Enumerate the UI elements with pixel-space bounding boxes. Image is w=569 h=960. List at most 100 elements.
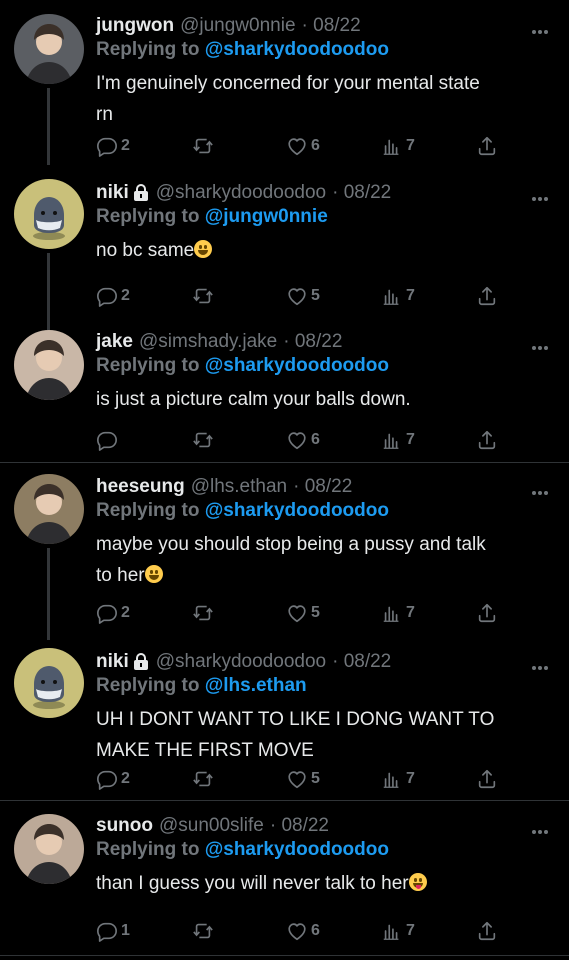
- like-button[interactable]: 6: [286, 918, 320, 944]
- author-name[interactable]: jungwon: [96, 14, 174, 38]
- share-button[interactable]: [476, 283, 498, 309]
- mention-link[interactable]: @sharkydoodoodoo: [205, 500, 389, 521]
- reply-button[interactable]: 2: [96, 133, 130, 159]
- tweet[interactable]: heeseung @lhs.ethan · 08/22 Replying to @sh…: [0, 470, 569, 640]
- like-button[interactable]: 5: [286, 283, 320, 309]
- tweet-header: heeseung @lhs.ethan · 08/22: [96, 475, 555, 499]
- like-button[interactable]: 5: [286, 766, 320, 792]
- retweet-button[interactable]: [192, 283, 217, 309]
- views-button[interactable]: 7: [381, 427, 415, 453]
- reply-icon: [97, 137, 117, 157]
- tweet[interactable]: niki @sharkydoodoodoo · 08/22 Replying to @…: [0, 640, 569, 806]
- tweet-actions: 67: [96, 427, 516, 453]
- tweet[interactable]: sunoo @sun00slife · 08/22 Replying to @shar…: [0, 806, 569, 960]
- person-avatar[interactable]: [14, 814, 84, 884]
- author-handle[interactable]: @simshady.jake: [139, 330, 277, 354]
- more-options-icon[interactable]: [531, 189, 549, 201]
- views-count: 7: [406, 922, 415, 939]
- views-button[interactable]: 7: [381, 918, 415, 944]
- share-button[interactable]: [476, 427, 498, 453]
- shark-avatar[interactable]: [14, 179, 84, 249]
- retweet-icon: [193, 605, 213, 621]
- mention-link[interactable]: @lhs.ethan: [205, 675, 307, 696]
- reply-button[interactable]: 2: [96, 283, 130, 309]
- tweet-text: no bc same: [96, 235, 555, 266]
- views-icon: [383, 924, 399, 940]
- tweet-text: UH I DONT WANT TO LIKE I DONG WANT TO MAK…: [96, 704, 555, 766]
- author-name[interactable]: sunoo: [96, 814, 153, 838]
- retweet-button[interactable]: [192, 133, 217, 159]
- person-avatar[interactable]: [14, 14, 84, 84]
- tweet-date[interactable]: · 08/22: [293, 475, 352, 499]
- author-handle[interactable]: @sharkydoodoodoo: [156, 650, 326, 674]
- views-button[interactable]: 7: [381, 133, 415, 159]
- author-handle[interactable]: @sun00slife: [159, 814, 264, 838]
- retweet-button[interactable]: [192, 427, 217, 453]
- more-options-icon[interactable]: [531, 483, 549, 495]
- retweet-icon: [193, 288, 213, 304]
- like-icon: [288, 605, 306, 623]
- tweet-content: jungwon @jungw0nnie · 08/22 Replying to @sh…: [96, 14, 555, 130]
- thread-line: [47, 548, 50, 640]
- mention-link[interactable]: @sharkydoodoodoo: [205, 355, 389, 376]
- more-options-icon[interactable]: [531, 658, 549, 670]
- like-button[interactable]: 5: [286, 600, 320, 626]
- share-button[interactable]: [476, 766, 498, 792]
- views-count: 7: [406, 604, 415, 621]
- tweet-date[interactable]: · 08/22: [302, 14, 361, 38]
- author-handle[interactable]: @sharkydoodoodoo: [156, 181, 326, 205]
- tweet-text-line: UH I DONT WANT TO LIKE I DONG WANT TO: [96, 709, 495, 730]
- more-options-icon[interactable]: [531, 338, 549, 350]
- views-button[interactable]: 7: [381, 283, 415, 309]
- tongue-emoji: [408, 873, 427, 891]
- tweet[interactable]: jungwon @jungw0nnie · 08/22 Replying to @sh…: [0, 0, 569, 165]
- divider: [0, 955, 569, 956]
- tweet[interactable]: jake @simshady.jake · 08/22 Replying to @sh…: [0, 330, 569, 470]
- author-name[interactable]: heeseung: [96, 475, 185, 499]
- replying-prefix: Replying to: [96, 675, 200, 696]
- reply-button[interactable]: 2: [96, 766, 130, 792]
- tweet-content: jake @simshady.jake · 08/22 Replying to @sh…: [96, 330, 555, 415]
- like-button[interactable]: 6: [286, 427, 320, 453]
- mention-link[interactable]: @jungw0nnie: [205, 206, 328, 227]
- author-handle[interactable]: @lhs.ethan: [191, 475, 287, 499]
- author-name[interactable]: niki: [96, 181, 129, 205]
- tweet[interactable]: niki @sharkydoodoodoo · 08/22 Replying to @…: [0, 165, 569, 330]
- tweet-date[interactable]: · 08/22: [332, 650, 391, 674]
- tweet-date[interactable]: · 08/22: [332, 181, 391, 205]
- author-name[interactable]: niki: [96, 650, 129, 674]
- tweet-text-line: than I guess you will never talk to her: [96, 868, 555, 899]
- share-button[interactable]: [476, 918, 498, 944]
- retweet-button[interactable]: [192, 766, 217, 792]
- retweet-button[interactable]: [192, 600, 217, 626]
- retweet-button[interactable]: [192, 918, 217, 944]
- reply-button[interactable]: 1: [96, 918, 130, 944]
- share-button[interactable]: [476, 133, 498, 159]
- divider: [0, 462, 569, 463]
- person-avatar[interactable]: [14, 330, 84, 400]
- person-avatar[interactable]: [14, 474, 84, 544]
- tweet-date[interactable]: · 08/22: [283, 330, 342, 354]
- mention-link[interactable]: @sharkydoodoodoo: [205, 39, 389, 60]
- author-name[interactable]: jake: [96, 330, 133, 354]
- like-button[interactable]: 6: [286, 133, 320, 159]
- tweet-text-line: I'm genuinely concerned for your mental …: [96, 73, 480, 94]
- author-handle[interactable]: @jungw0nnie: [180, 14, 295, 38]
- reply-button[interactable]: 2: [96, 600, 130, 626]
- views-button[interactable]: 7: [381, 766, 415, 792]
- share-button[interactable]: [476, 600, 498, 626]
- views-button[interactable]: 7: [381, 600, 415, 626]
- views-icon: [383, 606, 399, 622]
- shark-avatar[interactable]: [14, 648, 84, 718]
- likes-count: 5: [311, 287, 320, 304]
- tweet-header: niki @sharkydoodoodoo · 08/22: [96, 181, 555, 205]
- more-options-icon[interactable]: [531, 22, 549, 34]
- mention-link[interactable]: @sharkydoodoodoo: [205, 839, 389, 860]
- tweet-date[interactable]: · 08/22: [270, 814, 329, 838]
- more-options-icon[interactable]: [531, 822, 549, 834]
- reply-icon: [97, 287, 117, 307]
- reply-icon: [97, 770, 117, 790]
- reply-button[interactable]: [96, 427, 121, 453]
- replies-count: 1: [121, 922, 130, 939]
- tweet-content: niki @sharkydoodoodoo · 08/22 Replying to @…: [96, 650, 555, 766]
